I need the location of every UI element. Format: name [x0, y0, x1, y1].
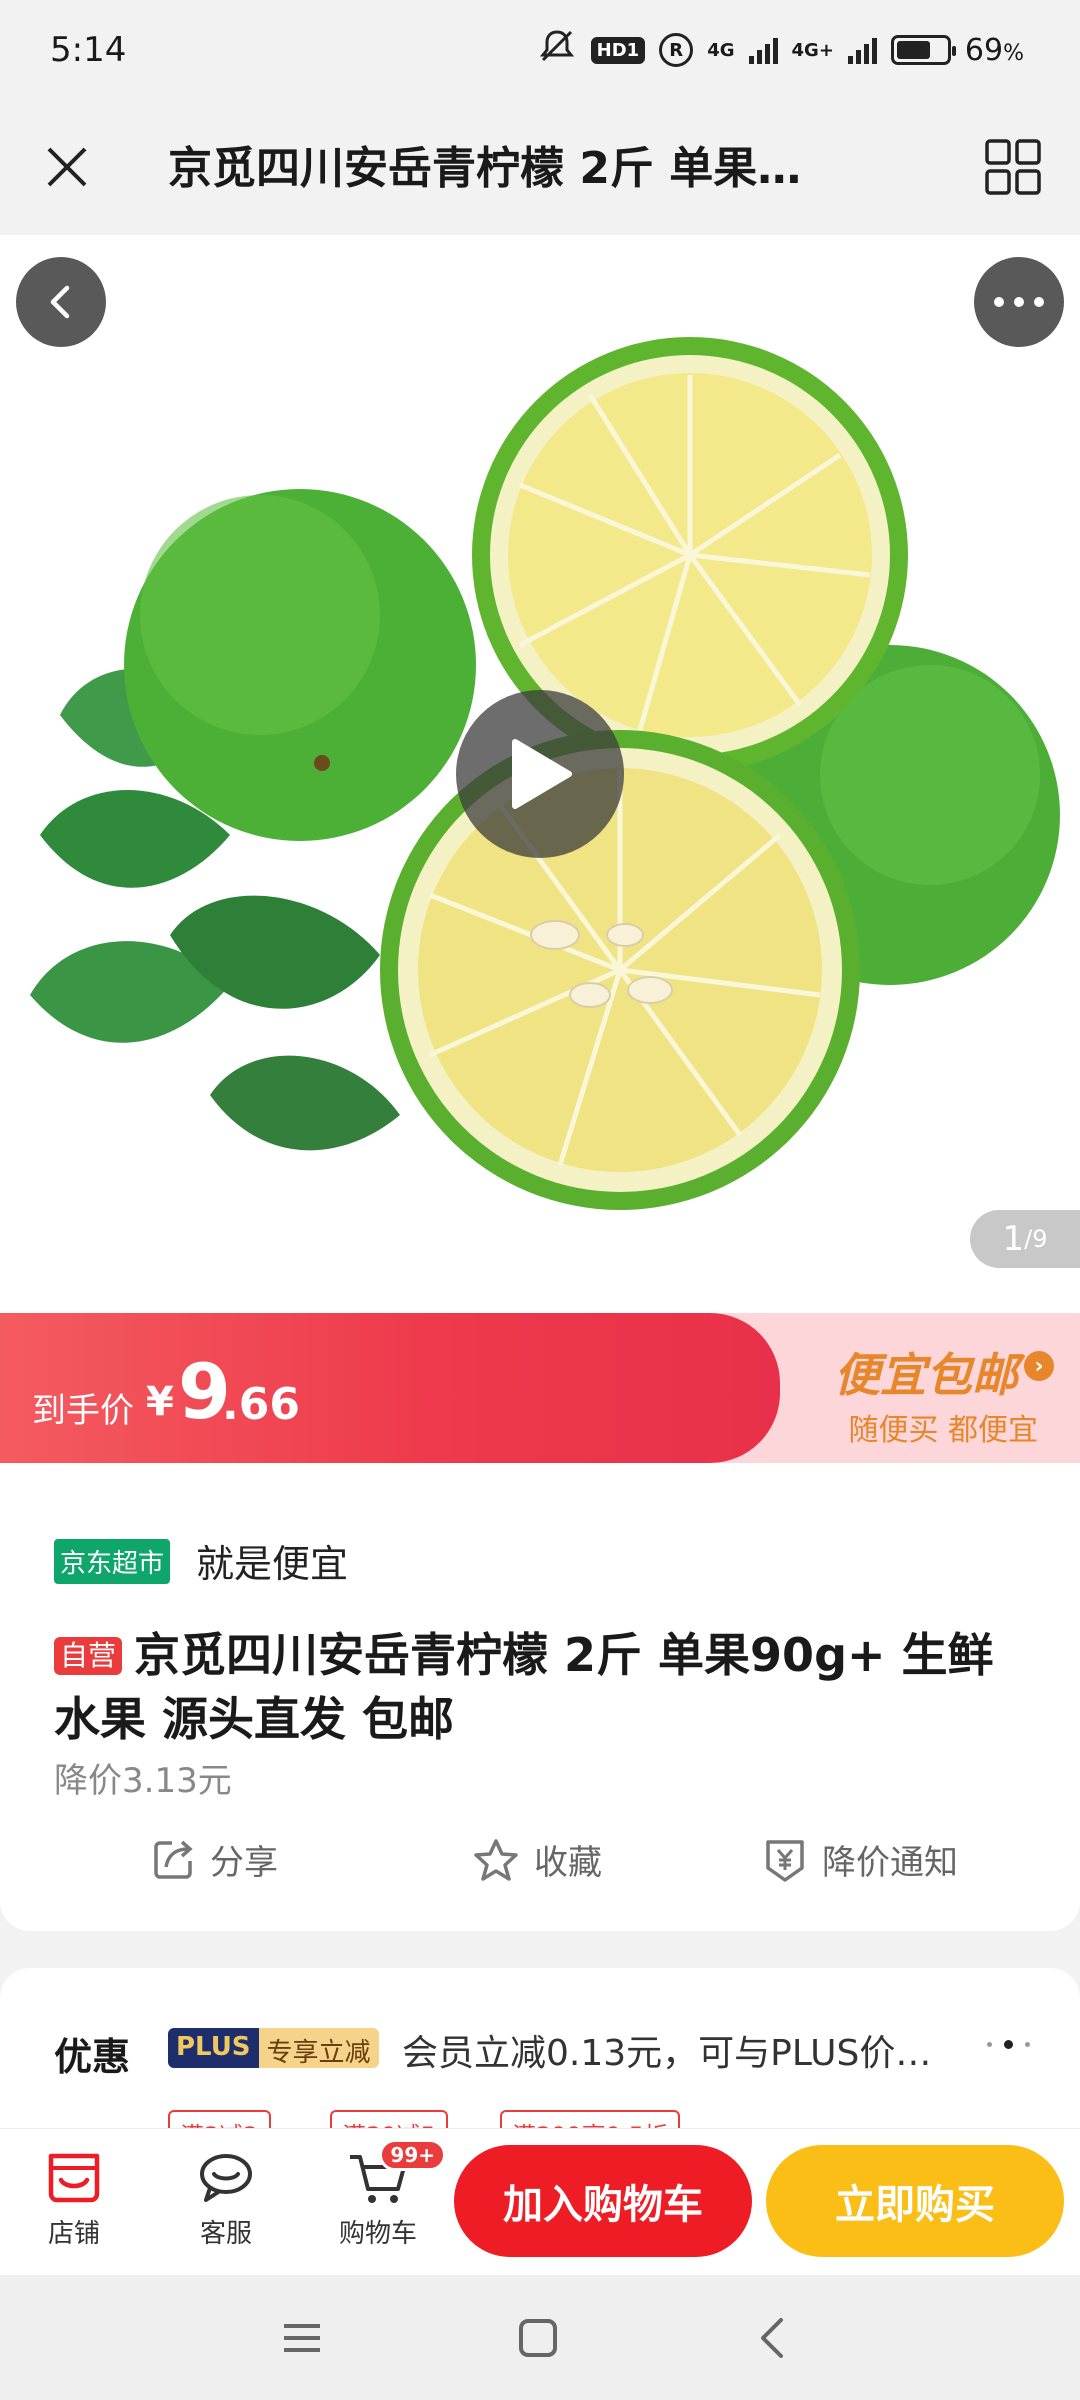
menu-icon — [284, 2324, 320, 2352]
action-row: 分享 收藏 降价通知 — [0, 1835, 1080, 1895]
more-dots-icon[interactable] — [987, 2040, 1030, 2049]
more-icon — [994, 297, 1044, 307]
mute-icon — [537, 26, 577, 74]
title-bar: 京觅四川安岳青柠檬 2斤 单果… — [0, 100, 1080, 235]
plus-tag-brand: PLUS — [168, 2028, 259, 2068]
page-total: /9 — [1024, 1225, 1048, 1253]
grid-icon — [985, 139, 1041, 195]
offer-text: 会员立减0.13元，可与PLUS价… — [402, 2033, 932, 2074]
price-decimal: .66 — [222, 1379, 300, 1430]
star-icon — [474, 1838, 518, 1881]
coupon-tag[interactable]: 满3减2 — [168, 2110, 271, 2128]
share-icon — [154, 1840, 193, 1879]
chat-bubble-icon — [200, 2154, 252, 2202]
cart-count-badge: 99+ — [379, 2139, 446, 2171]
share-label: 分享 — [210, 1843, 278, 1883]
price-alert-button[interactable]: 降价通知 — [762, 1835, 958, 1884]
battery-fill — [896, 41, 930, 59]
store-icon — [48, 2153, 100, 2203]
buy-now-button[interactable]: 立即购买 — [766, 2145, 1064, 2257]
share-button[interactable]: 分享 — [150, 1835, 278, 1884]
battery-percent: 69% — [964, 32, 1024, 68]
back-arrow-icon — [50, 285, 70, 319]
page-title: 京觅四川安岳青柠檬 2斤 单果… — [168, 143, 802, 194]
back-button[interactable] — [16, 257, 106, 347]
close-button[interactable] — [30, 130, 104, 204]
page-current: 1 — [1002, 1219, 1025, 1259]
price-drop-text: 降价3.13元 — [54, 1761, 232, 1801]
tab-cart-label: 购物车 — [338, 2219, 417, 2249]
battery-icon — [890, 35, 956, 65]
tab-service-label: 客服 — [199, 2219, 252, 2249]
status-bar: 5:14 HD1 R 4G 4G+ 69% — [0, 0, 1080, 100]
offers-label: 优惠 — [54, 2035, 131, 2079]
home-button[interactable] — [498, 2305, 578, 2371]
product-info-card: 京东超市 就是便宜 自营 京觅四川安岳青柠檬 2斤 单果90g+ 生鲜水果 源头直… — [0, 1463, 1080, 1931]
tab-store-label: 店铺 — [47, 2219, 100, 2249]
recent-apps-button[interactable] — [262, 2305, 342, 2371]
coupon-tag[interactable]: 满399享9.5折 — [500, 2110, 680, 2128]
product-image-carousel[interactable]: 1/9 — [0, 235, 1080, 1313]
signal-icon-2 — [847, 36, 877, 64]
status-indicators: HD1 R 4G 4G+ 69% — [537, 26, 1024, 74]
grid-menu-button[interactable] — [976, 130, 1050, 204]
store-badge[interactable]: 京东超市 — [54, 1539, 171, 1584]
coupon-tag[interactable]: 满39减5 — [330, 2110, 448, 2128]
favorite-label: 收藏 — [534, 1843, 602, 1883]
bottom-action-bar: 店铺 客服 99+ 购物车 加入购物车 立即购买 — [0, 2128, 1080, 2275]
hd-badge: HD1 — [590, 36, 646, 64]
product-title-text: 京觅四川安岳青柠檬 2斤 单果90g+ 生鲜水果 源头直发 包邮 — [54, 1628, 994, 1746]
plus-tag: PLUS 专享立减 — [168, 2028, 379, 2068]
tab-customer-service[interactable]: 客服 — [166, 2143, 286, 2250]
status-time: 5:14 — [50, 30, 127, 70]
back-chevron-icon — [761, 2318, 783, 2358]
plus-tag-text: 专享立减 — [258, 2028, 379, 2068]
play-video-button[interactable] — [456, 690, 624, 858]
tab-cart[interactable]: 99+ 购物车 — [318, 2139, 446, 2250]
self-operated-tag: 自营 — [54, 1637, 123, 1675]
store-slogan: 就是便宜 — [196, 1542, 349, 1586]
more-button[interactable] — [974, 257, 1064, 347]
favorite-button[interactable]: 收藏 — [472, 1835, 602, 1884]
network-label-2: 4G+ — [791, 39, 834, 61]
offers-card[interactable]: 优惠 PLUS 专享立减 会员立减0.13元，可与PLUS价… 满3减2 满39… — [0, 1968, 1080, 2128]
network-label-1: 4G — [707, 39, 735, 61]
home-square-icon — [519, 2319, 557, 2357]
price-alert-label: 降价通知 — [822, 1843, 958, 1883]
close-icon — [47, 147, 87, 187]
tab-store[interactable]: 店铺 — [14, 2143, 134, 2250]
play-icon — [512, 739, 572, 809]
system-navigation-bar — [0, 2275, 1080, 2400]
chevron-right-icon[interactable]: › — [1024, 1351, 1054, 1381]
roaming-badge: R — [659, 33, 694, 67]
price-panel: 到手价 ¥ 9 .66 — [0, 1313, 780, 1463]
promo-title[interactable]: 便宜包邮 — [834, 1339, 1018, 1405]
signal-icon — [748, 36, 778, 64]
image-page-counter: 1/9 — [970, 1210, 1080, 1268]
price-label: 到手价 — [32, 1391, 134, 1431]
system-back-button[interactable] — [732, 2305, 812, 2371]
product-title: 自营 京觅四川安岳青柠檬 2斤 单果90g+ 生鲜水果 源头直发 包邮 — [54, 1623, 1034, 1751]
add-to-cart-button[interactable]: 加入购物车 — [454, 2145, 752, 2257]
price-tag-icon — [766, 1839, 804, 1882]
price-currency: ¥ — [146, 1379, 174, 1425]
price-banner: 到手价 ¥ 9 .66 便宜包邮 › 随便买 都便宜 — [0, 1313, 1080, 1463]
promo-subtitle: 随便买 都便宜 — [848, 1413, 1038, 1448]
